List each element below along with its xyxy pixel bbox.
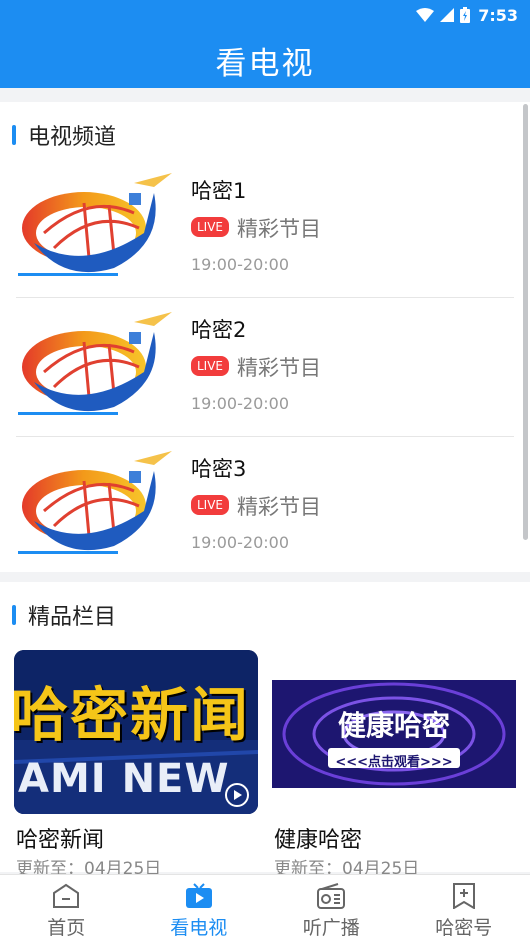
channel-name: 哈密2 (191, 318, 247, 342)
section-accent-bar (12, 125, 16, 145)
bottom-nav: 首页 看电视 听广播 哈密号 (0, 874, 530, 940)
top-bar: 7:53 看电视 (0, 0, 530, 88)
channels-card: 电视频道 哈密1 LIVE 精彩节目 19:00-20:00 哈密2 LIVE … (0, 102, 530, 572)
home-icon (53, 883, 80, 908)
channel-item[interactable]: 哈密2 LIVE 精彩节目 19:00-20:00 (0, 298, 514, 437)
nav-label: 听广播 (302, 917, 360, 939)
play-icon[interactable] (224, 782, 250, 808)
column-title: 哈密新闻 (16, 828, 105, 853)
channel-logo (18, 173, 172, 276)
tv-icon (185, 883, 212, 908)
column-item[interactable]: 哈密新闻 AMI NEW 哈密新闻 更新至：04月25日 (14, 650, 258, 879)
channel-logo (18, 312, 172, 415)
battery-icon (460, 7, 471, 23)
nav-item-home[interactable]: 首页 (0, 875, 133, 940)
columns-section-title: 精品栏目 (28, 605, 117, 630)
section-accent-bar (12, 605, 16, 625)
program-time: 19:00-20:00 (191, 394, 289, 413)
live-badge: LIVE (191, 495, 229, 515)
channel-item[interactable]: 哈密3 LIVE 精彩节目 19:00-20:00 (0, 437, 514, 576)
channels-section-header: 电视频道 (12, 119, 116, 151)
program-time: 19:00-20:00 (191, 533, 289, 552)
channel-logo (18, 451, 172, 554)
column-item[interactable]: 健康哈密 <<<点击观看>>> 健康哈密 更新至：04月25日 (272, 650, 516, 879)
wifi-icon (416, 8, 435, 22)
columns-section-header: 精品栏目 (12, 599, 116, 631)
health-thumb-title: 健康哈密 (337, 709, 450, 742)
news-thumb-subtitle: AMI NEW (18, 756, 230, 802)
bookmark-plus-icon (452, 883, 475, 909)
nav-item-radio[interactable]: 听广播 (265, 875, 398, 940)
news-thumb-title: 哈密新闻 (14, 681, 251, 749)
channel-name: 哈密3 (191, 457, 247, 481)
channel-name: 哈密1 (191, 179, 247, 203)
program-name: 精彩节目 (237, 356, 321, 380)
live-badge: LIVE (191, 217, 229, 237)
nav-label: 哈密号 (435, 917, 493, 939)
scrollbar[interactable] (523, 104, 528, 540)
nav-label: 看电视 (170, 917, 228, 939)
column-thumbnail: 哈密新闻 AMI NEW (14, 650, 258, 814)
health-thumb-cta: <<<点击观看>>> (335, 755, 453, 770)
program-name: 精彩节目 (237, 495, 321, 519)
program-time: 19:00-20:00 (191, 255, 289, 274)
live-badge: LIVE (191, 356, 229, 376)
channel-item[interactable]: 哈密1 LIVE 精彩节目 19:00-20:00 (0, 159, 514, 298)
app-screen: 7:53 看电视 电视频道 哈密1 LIVE 精彩节目 19:00-20:00 … (0, 0, 530, 940)
page-title: 看电视 (215, 46, 315, 82)
status-bar: 7:53 (416, 4, 518, 26)
radio-icon (317, 883, 346, 909)
nav-label: 首页 (47, 917, 86, 939)
channels-section-title: 电视频道 (28, 125, 117, 150)
column-title: 健康哈密 (274, 828, 363, 853)
signal-icon (440, 8, 455, 22)
status-time: 7:53 (478, 5, 518, 25)
column-thumbnail: 健康哈密 <<<点击观看>>> (272, 650, 516, 814)
nav-item-hami-account[interactable]: 哈密号 (398, 875, 530, 940)
program-name: 精彩节目 (237, 217, 321, 241)
nav-item-tv[interactable]: 看电视 (133, 875, 266, 940)
